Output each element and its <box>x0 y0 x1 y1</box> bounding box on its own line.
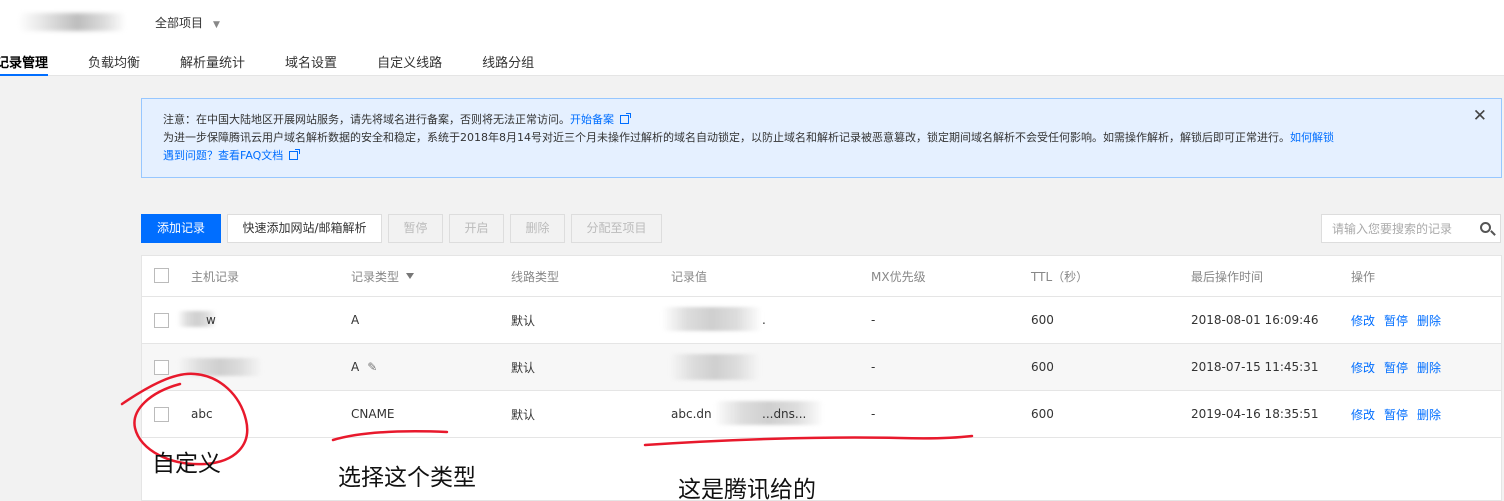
row-actions: 修改 暂停 删除 <box>1351 344 1450 390</box>
annotation-custom: 自定义 <box>152 451 221 477</box>
pause-button[interactable]: 暂停 <box>388 214 443 243</box>
row-mx: - <box>871 407 876 421</box>
quick-add-button[interactable]: 快速添加网站/邮箱解析 <box>227 214 382 243</box>
redacted-value <box>662 307 762 331</box>
project-select-label: 全部项目 <box>155 16 204 30</box>
pause-link[interactable]: 暂停 <box>1384 359 1408 376</box>
col-value: 记录值 <box>671 269 708 284</box>
domain-name-redacted <box>18 13 126 31</box>
redacted-value <box>670 354 760 380</box>
tab-resolution-stats[interactable]: 解析量统计 <box>180 52 245 76</box>
col-mx: MX优先级 <box>871 269 926 284</box>
delete-link[interactable]: 删除 <box>1417 359 1441 376</box>
external-link-icon <box>620 113 631 124</box>
row-checkbox[interactable] <box>154 313 169 328</box>
row-value: abc.dn <box>671 407 712 421</box>
row-mx: - <box>871 313 876 327</box>
notice-banner: 注意：在中国大陆地区开展网站服务，请先将域名进行备案，否则将无法正常访问。开始备… <box>141 98 1502 178</box>
tab-custom-lines[interactable]: 自定义线路 <box>377 52 442 76</box>
row-line: 默认 <box>511 360 536 375</box>
notice-line-3: 遇到问题？查看FAQ文档 <box>163 147 1501 165</box>
annotation-choose-type: 选择这个类型 <box>338 465 476 491</box>
row-ttl: 600 <box>1031 360 1054 374</box>
row-checkbox[interactable] <box>154 407 169 422</box>
how-to-unlock-link[interactable]: 如何解锁 <box>1290 131 1334 144</box>
enable-button[interactable]: 开启 <box>449 214 504 243</box>
search-input[interactable] <box>1322 215 1467 242</box>
close-icon[interactable]: ✕ <box>1473 107 1487 125</box>
tab-domain-settings[interactable]: 域名设置 <box>285 52 337 76</box>
annotation-tencent-gives: 这是腾讯给的 <box>678 477 816 501</box>
row-value: . <box>762 313 766 327</box>
tab-load-balancing[interactable]: 负载均衡 <box>88 52 140 76</box>
pause-link[interactable]: 暂停 <box>1384 406 1408 423</box>
tab-line-groups[interactable]: 线路分组 <box>482 52 534 76</box>
row-ttl: 600 <box>1031 407 1054 421</box>
row-mx: - <box>871 360 876 374</box>
row-checkbox[interactable] <box>154 360 169 375</box>
row-actions: 修改 暂停 删除 <box>1351 297 1450 343</box>
faq-link[interactable]: 遇到问题？查看FAQ文档 <box>163 149 283 162</box>
row-line: 默认 <box>511 313 536 328</box>
redacted-host <box>178 358 262 376</box>
col-time: 最后操作时间 <box>1191 269 1264 284</box>
row-time: 2019-04-16 18:35:51 <box>1191 407 1319 421</box>
delete-link[interactable]: 删除 <box>1417 312 1441 329</box>
row-time: 2018-07-15 11:45:31 <box>1191 360 1319 374</box>
row-ttl: 600 <box>1031 313 1054 327</box>
col-ops: 操作 <box>1351 269 1376 284</box>
col-line: 线路类型 <box>511 269 560 284</box>
tab-bar: 记录管理 负载均衡 解析量统计 域名设置 自定义线路 线路分组 <box>0 52 574 76</box>
search-icon[interactable] <box>1480 222 1491 233</box>
assign-project-button[interactable]: 分配至项目 <box>571 214 662 243</box>
add-record-button[interactable]: 添加记录 <box>141 214 221 243</box>
table-header: 主机记录 记录类型 线路类型 记录值 MX优先级 TTL（秒） 最后操作时间 操… <box>142 256 1501 297</box>
row-actions: 修改 暂停 删除 <box>1351 391 1450 437</box>
edit-link[interactable]: 修改 <box>1351 312 1375 329</box>
filter-icon[interactable] <box>406 273 415 279</box>
select-all-checkbox[interactable] <box>154 268 169 283</box>
top-header: 全部项目 ▼ 记录管理 负载均衡 解析量统计 域名设置 自定义线路 线路分组 <box>0 0 1504 76</box>
row-type: A <box>351 313 360 327</box>
start-filing-link[interactable]: 开始备案 <box>570 113 614 126</box>
delete-button[interactable]: 删除 <box>510 214 565 243</box>
row-type: A ✎ <box>351 360 378 374</box>
pause-link[interactable]: 暂停 <box>1384 312 1408 329</box>
row-host: w <box>206 313 216 327</box>
table-row: abc CNAME 默认 abc.dn ...dns... - 600 2019… <box>142 391 1501 438</box>
row-line: 默认 <box>511 407 536 422</box>
project-select[interactable]: 全部项目 ▼ <box>155 14 220 31</box>
delete-link[interactable]: 删除 <box>1417 406 1441 423</box>
search-box <box>1321 214 1501 243</box>
caret-down-icon: ▼ <box>213 20 220 30</box>
pencil-icon[interactable]: ✎ <box>367 360 377 374</box>
notice-line-2: 为进一步保障腾讯云用户域名解析数据的安全和稳定，系统于2018年8月14号对近三… <box>163 131 1334 144</box>
edit-link[interactable]: 修改 <box>1351 359 1375 376</box>
col-host: 主机记录 <box>191 269 240 284</box>
external-link-icon <box>289 149 301 160</box>
row-type: CNAME <box>351 407 395 421</box>
row-time: 2018-08-01 16:09:46 <box>1191 313 1319 327</box>
col-type[interactable]: 记录类型 <box>351 256 415 296</box>
col-ttl: TTL（秒） <box>1031 269 1089 284</box>
row-host: abc <box>191 407 213 421</box>
table-row: A ✎ 默认 - 600 2018-07-15 11:45:31 修改 暂停 删除 <box>142 344 1501 391</box>
notice-line-1: 注意：在中国大陆地区开展网站服务，请先将域名进行备案，否则将无法正常访问。开始备… <box>163 111 1501 129</box>
tab-record-management[interactable]: 记录管理 <box>0 52 49 76</box>
edit-link[interactable]: 修改 <box>1351 406 1375 423</box>
row-value-tail: ...dns... <box>762 407 807 421</box>
table-row: w A 默认 . - 600 2018-08-01 16:09:46 修改 暂停删… <box>142 297 1501 344</box>
